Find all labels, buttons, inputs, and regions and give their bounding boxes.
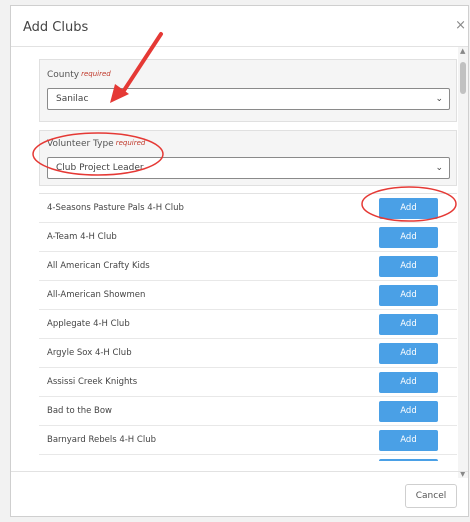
- club-name: Bad to the Bow: [47, 406, 113, 416]
- add-club-button[interactable]: Add: [379, 285, 438, 306]
- add-club-button[interactable]: Add: [379, 459, 438, 461]
- club-row: 4-Seasons Pasture Pals 4-H Club Add: [39, 194, 457, 223]
- add-club-button[interactable]: Add: [379, 343, 438, 364]
- volunteer-type-select-value: Club Project Leader: [56, 163, 144, 173]
- county-label: County required: [47, 70, 111, 80]
- club-row: Barnyard Rebels 4-H Club Add: [39, 426, 457, 455]
- add-club-button[interactable]: Add: [379, 372, 438, 393]
- footer-divider: [11, 471, 468, 472]
- county-select-value: Sanilac: [56, 94, 89, 104]
- dialog-scrollbar[interactable]: ▲ ▼: [458, 47, 468, 478]
- add-club-button[interactable]: Add: [379, 198, 438, 219]
- scrollbar-thumb[interactable]: [460, 62, 466, 94]
- club-name: All American Crafty Kids: [47, 261, 150, 271]
- add-club-button[interactable]: Add: [379, 256, 438, 277]
- club-list: 4-Seasons Pasture Pals 4-H Club Add A-Team…: [39, 193, 457, 461]
- club-row: All American Crafty Kids Add: [39, 252, 457, 281]
- add-club-button[interactable]: Add: [379, 430, 438, 451]
- scroll-up-icon[interactable]: ▲: [460, 47, 465, 55]
- volunteer-type-label: Volunteer Type required: [47, 139, 146, 149]
- volunteer-type-select[interactable]: Club Project Leader ⌄: [47, 157, 450, 179]
- add-club-button[interactable]: Add: [379, 314, 438, 335]
- club-row: Applegate 4-H Club Add: [39, 310, 457, 339]
- club-row: Bad to the Bow Add: [39, 397, 457, 426]
- county-panel: County required Sanilac ⌄: [39, 59, 457, 122]
- add-clubs-dialog: Add Clubs × ▲ ▼ County required Sanilac ⌄…: [10, 5, 469, 517]
- county-select[interactable]: Sanilac ⌄: [47, 88, 450, 110]
- club-row: Assissi Creek Knights Add: [39, 368, 457, 397]
- add-club-button[interactable]: Add: [379, 401, 438, 422]
- cancel-button[interactable]: Cancel: [405, 484, 457, 508]
- club-row: Bit-O-Mischief 4-H ClubAdd: [39, 455, 457, 461]
- dialog-title: Add Clubs: [23, 20, 89, 35]
- club-name: A-Team 4-H Club: [47, 232, 117, 242]
- chevron-down-icon: ⌄: [435, 94, 443, 104]
- club-name: Assissi Creek Knights: [47, 377, 138, 387]
- club-name: Applegate 4-H Club: [47, 319, 130, 329]
- header-divider: [11, 46, 468, 47]
- chevron-down-icon: ⌄: [435, 163, 443, 173]
- add-club-button[interactable]: Add: [379, 227, 438, 248]
- club-name: All-American Showmen: [47, 290, 146, 300]
- close-icon[interactable]: ×: [455, 18, 466, 33]
- club-row: Argyle Sox 4-H Club Add: [39, 339, 457, 368]
- required-marker: required: [81, 70, 111, 78]
- club-name: Argyle Sox 4-H Club: [47, 348, 132, 358]
- volunteer-type-panel: Volunteer Type required Club Project Lead…: [39, 130, 457, 186]
- club-row: All-American Showmen Add: [39, 281, 457, 310]
- required-marker: required: [115, 139, 146, 147]
- club-row: A-Team 4-H Club Add: [39, 223, 457, 252]
- club-name: 4-Seasons Pasture Pals 4-H Club: [47, 203, 184, 213]
- club-name: Barnyard Rebels 4-H Club: [47, 435, 156, 445]
